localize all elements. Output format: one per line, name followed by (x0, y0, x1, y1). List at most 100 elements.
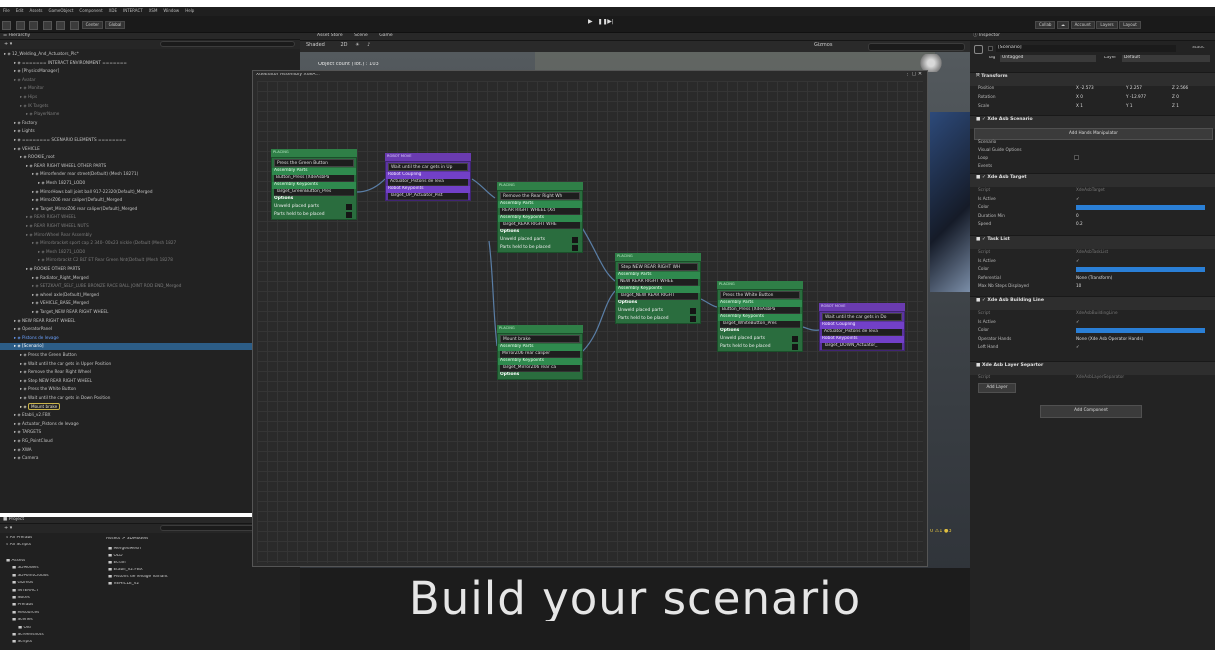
node-remove-rear-wheel[interactable]: PLACING Remove the Rear Right Wh Assembl… (497, 182, 583, 253)
project-folder[interactable]: ■ Prefabs (12, 603, 33, 607)
tab-scene[interactable]: Scene (354, 33, 368, 38)
node-press-white-button[interactable]: PLACING Press the White Button Assembly … (717, 281, 803, 352)
transform-component-header[interactable]: ⤧ Transform (970, 72, 1215, 86)
position-z[interactable]: Z 2.566 (1172, 85, 1188, 90)
held-checkbox[interactable]: Parts held to be placed (498, 244, 582, 252)
visual-guide-foldout[interactable]: Visual Guide Options (974, 147, 1211, 154)
checkbox-box[interactable] (572, 245, 578, 251)
property-value[interactable]: 10 (1076, 283, 1081, 288)
pivot-global-toggle[interactable]: Global (104, 21, 126, 29)
unweld-checkbox[interactable]: Unweld placed parts (272, 203, 356, 211)
node-name-field[interactable]: Remove the Rear Right Wh (500, 192, 580, 200)
tab-asset-store[interactable]: Asset Store (317, 33, 343, 38)
node-step-new-wheel[interactable]: PLACING Step NEW REAR RIGHT WH Assembly … (615, 253, 701, 324)
transform-tool-icon[interactable] (69, 21, 79, 30)
color-field[interactable] (1076, 267, 1205, 272)
project-file[interactable]: ■ VEHICLE_v2 (108, 582, 139, 586)
rotation-z[interactable]: Z 0 (1172, 94, 1179, 99)
editor-window-controls[interactable]: ⋮ ▢ ✕ (905, 72, 922, 77)
assembly-keypoint-item[interactable]: Target_MirrorZ06 rear ca (500, 365, 580, 372)
node-name-field[interactable]: Press the Green Button (274, 159, 354, 167)
project-favorite[interactable]: ⌕ All Scripts (6, 543, 31, 547)
color-field[interactable] (1076, 328, 1205, 333)
move-tool-icon[interactable] (15, 21, 25, 30)
object-name-field[interactable]: [Scenario] (996, 45, 1176, 52)
checkbox-box[interactable] (792, 344, 798, 350)
node-press-green-button[interactable]: PLACING Press the Green Button Assembly … (271, 149, 357, 220)
scene-search-input[interactable] (868, 43, 965, 51)
assembly-part-item[interactable]: REAR RIGHT WHEEL (Xd (500, 208, 580, 215)
color-field[interactable] (1076, 205, 1205, 210)
mode-2d-toggle[interactable]: 2D (340, 42, 347, 48)
audio-icon[interactable]: ♪ (367, 42, 370, 48)
project-folder[interactable]: ■ Resources (12, 611, 39, 615)
node-name-field[interactable]: Press the White Button (720, 291, 800, 299)
held-checkbox[interactable]: Parts held to be placed (272, 211, 356, 219)
play-icon[interactable]: ▶ (588, 19, 596, 25)
hierarchy-search-input[interactable] (160, 41, 295, 47)
shading-dropdown[interactable]: Shaded (306, 42, 325, 48)
project-folder[interactable]: ■ 3DPointClouds (12, 574, 49, 578)
options-foldout[interactable]: Options (718, 328, 802, 335)
unweld-checkbox[interactable]: Unweld placed parts (616, 307, 700, 315)
property-value[interactable]: 0 (1076, 213, 1079, 218)
node-name-field[interactable]: Mount brake (500, 335, 580, 343)
project-file[interactable]: ■ Pistons de levage Variant (108, 575, 168, 579)
pivot-center-toggle[interactable]: Center (81, 21, 104, 29)
project-folder[interactable]: ■ Assets (6, 559, 25, 563)
property-value[interactable]: ✓ (1076, 258, 1080, 263)
menu-gameobject[interactable]: GameObject (48, 9, 73, 13)
menu-assets[interactable]: Assets (29, 9, 42, 13)
script-value[interactable]: XdeAsbLayerSeparator (1076, 374, 1124, 379)
add-component-button[interactable]: Add Component (1040, 405, 1142, 418)
checkbox-box[interactable] (690, 316, 696, 322)
console-status-counts[interactable]: 0 ⚠1 ●3 (930, 529, 952, 534)
target-component-header[interactable]: ■ ✓ Xde Asb Target (970, 173, 1215, 187)
property-value[interactable]: None (Xde Asb Operator Hands) (1076, 336, 1143, 341)
project-file[interactable]: ■ OLD (108, 554, 123, 558)
held-checkbox[interactable]: Parts held to be placed (718, 343, 802, 351)
robot-coupling-item[interactable]: Actuator_Pistons de leva (388, 179, 468, 186)
robot-keypoint-item[interactable]: Target_DOWN_Actuator_ (822, 343, 902, 350)
menu-xde[interactable]: XDE (109, 9, 117, 13)
project-file[interactable]: ■ Ecran (108, 561, 126, 565)
menu-window[interactable]: Window (163, 9, 179, 13)
scale-z[interactable]: Z 1 (1172, 103, 1179, 108)
node-wait-down[interactable]: ROBOT MOVE Wait until the car gets in Do… (819, 303, 905, 351)
scenario-foldout[interactable]: Scenario (974, 139, 1211, 146)
node-name-field[interactable]: Wait until the car gets in Do (822, 313, 902, 321)
scenario-component-header[interactable]: ■ ✓ Xde Asb Scenario (970, 115, 1215, 129)
menu-xsm[interactable]: XSM (149, 9, 158, 13)
events-foldout[interactable]: Events (974, 163, 1211, 170)
property-value[interactable]: ✓ (1076, 344, 1080, 349)
unweld-checkbox[interactable]: Unweld placed parts (718, 335, 802, 343)
property-value[interactable]: ✓ (1076, 319, 1080, 324)
scale-y[interactable]: Y 1 (1126, 103, 1133, 108)
assembly-part-item[interactable]: Button_Press (XdeAsbPa (274, 175, 354, 182)
node-graph-canvas[interactable]: PLACING Press the Green Button Assembly … (257, 81, 923, 563)
options-foldout[interactable]: Options (498, 229, 582, 236)
position-x[interactable]: X -2.573 (1076, 85, 1094, 90)
robot-keypoint-item[interactable]: Target_UP_Actuator_Pist (388, 193, 468, 200)
menu-file[interactable]: File (3, 9, 10, 13)
add-hands-manipulator-button[interactable]: Add Hands Manipulator (974, 128, 1213, 140)
cloud-icon[interactable]: ☁ (1057, 21, 1070, 29)
checkbox-box[interactable] (690, 308, 696, 314)
position-y[interactable]: Y 2.257 (1126, 85, 1142, 90)
assembly-keypoint-item[interactable]: Target_NEW REAR RIGHT (618, 293, 698, 300)
layers-dropdown[interactable]: Layers (1096, 21, 1118, 29)
hierarchy-item[interactable]: ▸ ◈ 12_Welding_And_Actuators_Plc* (0, 51, 304, 57)
project-folder[interactable]: ■ INTERACT (12, 589, 39, 593)
add-layer-button[interactable]: Add Layer (978, 383, 1016, 393)
building-line-component-header[interactable]: ■ ✓ Xde Asb Building Line (970, 296, 1215, 310)
menu-interact[interactable]: INTERACT (123, 9, 143, 13)
options-foldout[interactable]: Options (616, 300, 700, 307)
assembly-part-item[interactable]: MirrorZ06 rear caliper (500, 351, 580, 358)
tag-dropdown[interactable]: Untagged (1000, 55, 1096, 62)
property-value[interactable]: None (Transform) (1076, 275, 1112, 280)
property-value[interactable]: 0.2 (1076, 221, 1083, 226)
step-icon[interactable]: ▶| (607, 19, 615, 25)
property-value[interactable]: XdeAsbBuildingLine (1076, 310, 1118, 315)
project-breadcrumb[interactable]: Assets > 3DModels (106, 537, 148, 541)
project-folder[interactable]: ■ Notes (12, 596, 30, 600)
